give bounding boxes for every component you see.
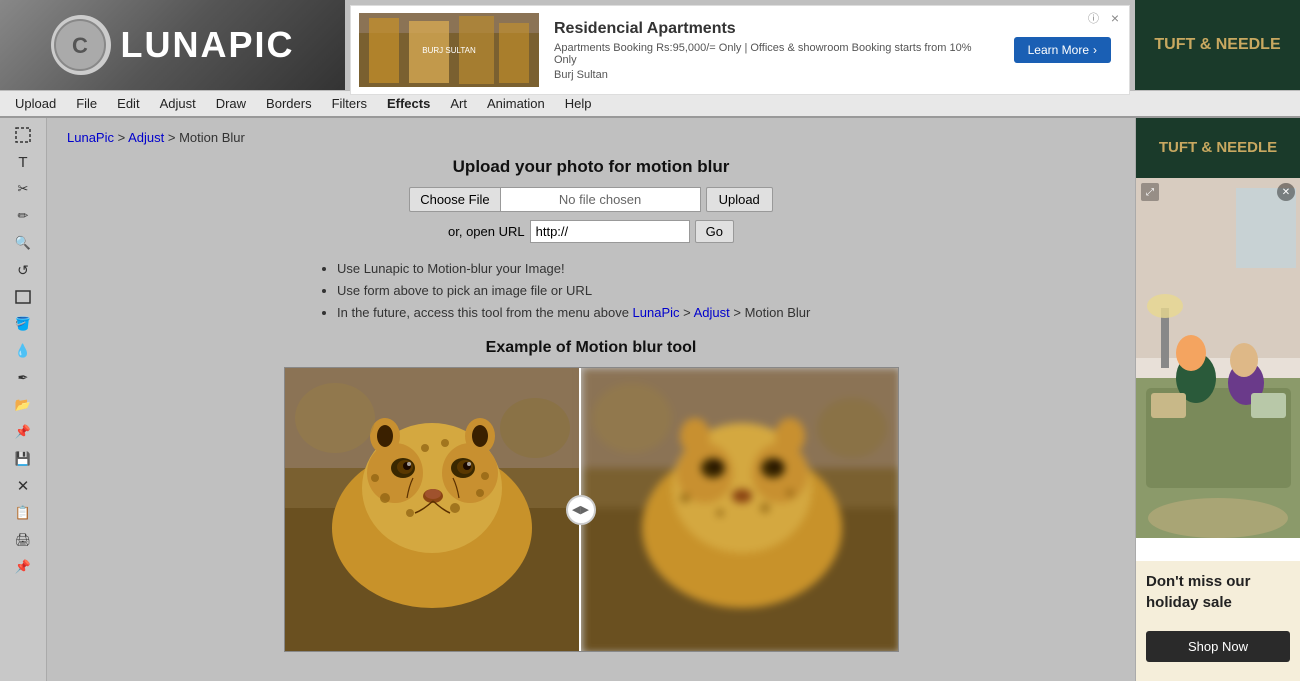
tool-stamp[interactable]: 📌	[5, 554, 41, 580]
ad-content: Residencial Apartments Apartments Bookin…	[539, 20, 1004, 81]
breadcrumb-adjust[interactable]: Adjust	[128, 130, 164, 145]
file-upload-row: Choose File No file chosen Upload	[67, 187, 1115, 212]
right-ad-text-section: Don't miss our holiday sale Shop Now	[1136, 561, 1300, 681]
tool-close[interactable]: ✕	[5, 473, 41, 499]
divider-handle[interactable]: ◀▶	[566, 495, 596, 525]
right-sidebar-ad: TUFT & NEEDLE	[1135, 118, 1300, 681]
right-ad-brand: TUFT & NEEDLE	[1154, 35, 1280, 56]
tool-dropper[interactable]: 💧	[5, 338, 41, 364]
sidebar: T ✂ ✏ 🔍 ↺ 🪣 💧 ✒ 📂 📌 💾 ✕ 📋 🖨 📌	[0, 118, 47, 681]
tool-pen[interactable]: ✒	[5, 365, 41, 391]
instruction-adjust-link[interactable]: Adjust	[694, 305, 730, 320]
tool-print[interactable]: 🖨	[5, 527, 41, 553]
breadcrumb-sep1: >	[118, 130, 129, 145]
breadcrumb-lunapic[interactable]: LunaPic	[67, 130, 114, 145]
ad-image: BURJ SULTAN	[359, 13, 539, 87]
instruction-3: In the future, access this tool from the…	[337, 302, 1115, 324]
tool-copy[interactable]: 📋	[5, 500, 41, 526]
choose-file-button[interactable]: Choose File	[409, 187, 500, 212]
go-button[interactable]: Go	[695, 220, 734, 243]
tool-pencil[interactable]: ✏	[5, 203, 41, 229]
image-left-original	[285, 368, 580, 652]
right-ad-top: TUFT & NEEDLE	[1135, 0, 1300, 90]
ad-info-icon: ⓘ	[1088, 10, 1099, 26]
tool-text[interactable]: T	[5, 149, 41, 175]
ad-location: Burj Sultan	[554, 69, 989, 81]
content-area: LunaPic > Adjust > Motion Blur Upload yo…	[47, 118, 1135, 681]
upload-button[interactable]: Upload	[706, 187, 773, 212]
logo-text: LUNAPIC	[121, 24, 295, 66]
nav-borders[interactable]: Borders	[256, 90, 322, 118]
nav-upload[interactable]: Upload	[5, 90, 66, 118]
ad-description: Apartments Booking Rs:95,000/= Only | Of…	[554, 42, 989, 66]
main-layout: T ✂ ✏ 🔍 ↺ 🪣 💧 ✒ 📂 📌 💾 ✕ 📋 🖨 📌 LunaPic > …	[0, 118, 1300, 681]
instructions: Use Lunapic to Motion-blur your Image! U…	[317, 258, 1115, 324]
learn-more-label: Learn More	[1028, 43, 1089, 57]
url-label: or, open URL	[448, 224, 525, 239]
nav-draw[interactable]: Draw	[206, 90, 256, 118]
nav-adjust[interactable]: Adjust	[150, 90, 206, 118]
url-input[interactable]	[530, 220, 690, 243]
nav-file[interactable]: File	[66, 90, 107, 118]
nav-edit[interactable]: Edit	[107, 90, 149, 118]
example-title: Example of Motion blur tool	[67, 339, 1115, 357]
ad-learn-more-button[interactable]: Learn More ›	[1014, 37, 1111, 63]
instruction-1: Use Lunapic to Motion-blur your Image!	[337, 258, 1115, 280]
svg-text:C: C	[72, 33, 88, 58]
tool-crop[interactable]: ✂	[5, 176, 41, 202]
breadcrumb-sep2: >	[168, 130, 179, 145]
tool-rotate[interactable]: ↺	[5, 257, 41, 283]
breadcrumb-current: Motion Blur	[179, 130, 245, 145]
ad-title: Residencial Apartments	[554, 20, 989, 38]
tool-zoom[interactable]: 🔍	[5, 230, 41, 256]
upload-section: Upload your photo for motion blur Choose…	[67, 157, 1115, 243]
upload-title: Upload your photo for motion blur	[67, 157, 1115, 177]
tool-rectangle[interactable]	[5, 284, 41, 310]
right-ad-brand-main: TUFT & NEEDLE	[1159, 138, 1277, 158]
instruction-lunapic-link[interactable]: LunaPic	[633, 305, 680, 320]
image-comparison: ◀▶	[284, 367, 899, 652]
logo-icon: C	[51, 15, 111, 75]
right-ad-container: TUFT & NEEDLE	[1136, 118, 1300, 681]
tool-select[interactable]	[5, 122, 41, 148]
shop-now-button[interactable]: Shop Now	[1146, 631, 1290, 662]
ad-banner: BURJ SULTAN Residencial Apartments Apart…	[350, 5, 1130, 95]
ad-close-icon[interactable]: ×	[1111, 10, 1119, 26]
right-ad-dismiss-icon[interactable]: ✕	[1277, 183, 1295, 201]
image-right-blurred	[582, 368, 899, 652]
file-name-display: No file chosen	[501, 187, 701, 212]
logo-area: C LUNAPIC	[0, 0, 345, 90]
right-ad-expand-icon[interactable]: ⤢	[1141, 183, 1159, 201]
tool-open[interactable]: 📂	[5, 392, 41, 418]
tool-fill[interactable]: 🪣	[5, 311, 41, 337]
right-ad-sale-text: Don't miss our holiday sale	[1146, 571, 1290, 613]
tool-pin[interactable]: 📌	[5, 419, 41, 445]
right-ad-image: ✕ ⤢	[1136, 178, 1300, 538]
svg-text:BURJ SULTAN: BURJ SULTAN	[422, 46, 476, 55]
tool-save[interactable]: 💾	[5, 446, 41, 472]
breadcrumb: LunaPic > Adjust > Motion Blur	[67, 130, 1115, 145]
instruction-2: Use form above to pick an image file or …	[337, 280, 1115, 302]
url-row: or, open URL Go	[67, 220, 1115, 243]
